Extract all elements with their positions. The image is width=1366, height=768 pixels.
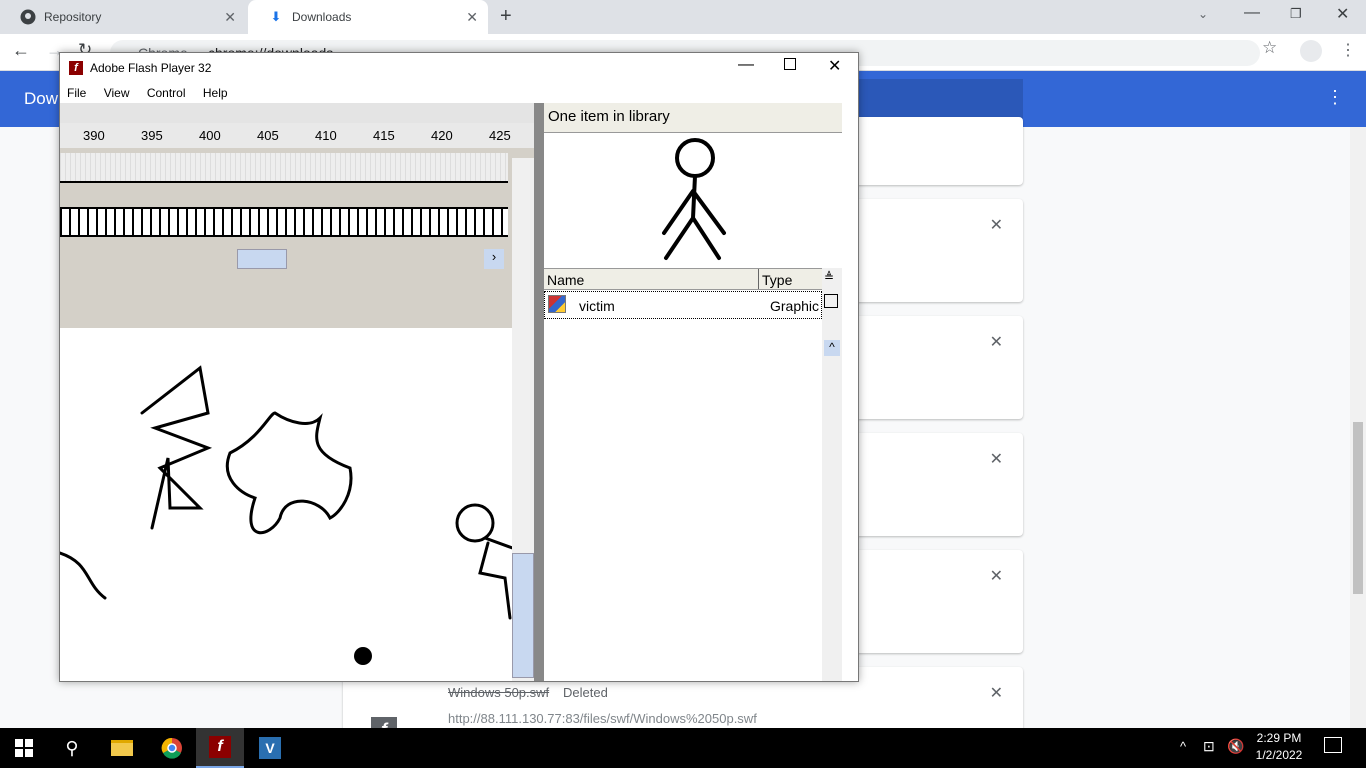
remove-icon[interactable]: ✕ — [990, 683, 1003, 703]
tray-chevron-icon[interactable]: ^ — [1180, 739, 1186, 754]
graphic-symbol-icon — [548, 295, 566, 313]
curve-sketch — [58, 551, 107, 600]
ruler-tick: 415 — [373, 128, 395, 143]
h-scroll-thumb[interactable] — [237, 249, 287, 269]
flash-taskbar-icon[interactable]: f — [196, 728, 244, 768]
scroll-up-icon[interactable]: ^ — [824, 340, 840, 356]
menu-control[interactable]: Control — [147, 86, 186, 100]
frame-ruler: 390 395 400 405 410 415 420 425 — [60, 123, 535, 148]
shuriken-sketch — [225, 411, 353, 535]
scroll-right-icon[interactable]: › — [484, 249, 504, 269]
stage-canvas[interactable] — [58, 328, 520, 681]
ruler-tick: 400 — [199, 128, 221, 143]
github-icon — [20, 9, 36, 25]
tab-search-icon[interactable]: ⌄ — [1198, 7, 1208, 21]
clock-date: 1/2/2022 — [1255, 748, 1303, 762]
download-url[interactable]: http://88.111.130.77:83/files/swf/Window… — [448, 711, 757, 726]
page-scrollbar[interactable] — [1350, 127, 1366, 728]
dot-shape — [354, 647, 372, 665]
window-title: Adobe Flash Player 32 — [90, 61, 212, 75]
star-icon[interactable]: ☆ — [1262, 38, 1277, 58]
app-taskbar-icon[interactable]: V — [246, 728, 294, 768]
search-icon[interactable]: ⚲ — [48, 728, 96, 768]
library-item-name: victim — [579, 298, 615, 314]
back-icon[interactable]: ← — [12, 40, 30, 61]
library-header: One item in library — [544, 103, 842, 133]
close-button[interactable]: ✕ — [828, 56, 841, 76]
new-symbol-icon[interactable]: ≜ — [824, 270, 834, 284]
flash-titlebar: f Adobe Flash Player 32 — ✕ — [60, 53, 858, 83]
remove-icon[interactable]: ✕ — [990, 215, 1003, 235]
profile-avatar[interactable] — [1300, 40, 1322, 62]
minimize-button[interactable]: — — [738, 56, 754, 74]
close-icon[interactable]: ✕ — [224, 9, 236, 26]
sword-sketch — [140, 365, 213, 530]
ruler-tick: 425 — [489, 128, 511, 143]
new-tab-button[interactable]: + — [500, 5, 512, 28]
start-button[interactable] — [0, 728, 48, 768]
ruler-tick: 390 — [83, 128, 105, 143]
library-preview — [544, 133, 842, 266]
close-window-button[interactable]: ✕ — [1336, 4, 1349, 24]
download-status: Deleted — [563, 685, 608, 700]
ruler-tick: 405 — [257, 128, 279, 143]
flash-menubar: File View Control Help — [60, 83, 858, 103]
stage-drawings — [58, 365, 520, 665]
remove-icon[interactable]: ✕ — [990, 332, 1003, 352]
notifications-icon[interactable] — [1324, 737, 1342, 753]
menu-icon[interactable]: ⋮ — [1340, 40, 1356, 60]
download-icon: ⬇ — [270, 9, 282, 24]
scrollbar-thumb[interactable] — [1353, 422, 1363, 594]
col-type-header[interactable]: Type — [762, 272, 792, 288]
col-name-header[interactable]: Name — [547, 272, 584, 288]
col-divider — [758, 269, 759, 289]
file-explorer-icon[interactable] — [98, 728, 146, 768]
keyframe-track[interactable] — [60, 153, 508, 183]
network-icon[interactable]: ⊡ — [1203, 738, 1215, 755]
more-icon[interactable]: ⋮ — [1326, 87, 1344, 108]
menu-file[interactable]: File — [67, 86, 86, 100]
maximize-button[interactable] — [784, 58, 796, 70]
download-filename[interactable]: Windows 50p.swf — [448, 685, 549, 700]
library-item-type: Graphic — [770, 298, 820, 314]
vscroll-thumb[interactable] — [512, 553, 534, 678]
library-count: One item in library — [548, 108, 670, 125]
flash-player-window: f Adobe Flash Player 32 — ✕ File View Co… — [58, 52, 859, 682]
ruler-tick: 395 — [141, 128, 163, 143]
tab-downloads[interactable]: ⬇ Downloads ✕ — [248, 0, 488, 34]
flash-logo-icon: f — [69, 61, 83, 75]
remove-icon[interactable]: ✕ — [990, 566, 1003, 586]
properties-icon[interactable] — [824, 294, 838, 308]
ruler-tick: 410 — [315, 128, 337, 143]
library-row[interactable]: victim Graphic — [544, 291, 822, 319]
menu-view[interactable]: View — [104, 86, 130, 100]
stickman-head — [455, 503, 495, 543]
chrome-icon[interactable] — [148, 728, 196, 768]
close-icon[interactable]: ✕ — [466, 9, 478, 26]
clock[interactable]: 2:29 PM 1/2/2022 — [1254, 731, 1304, 762]
panel-divider[interactable] — [534, 103, 544, 681]
menu-help[interactable]: Help — [203, 86, 228, 100]
library-panel: One item in library Name Type victim Gra… — [544, 103, 856, 681]
tab-label: Downloads — [292, 10, 352, 24]
library-scrollbar[interactable]: ≜ ^ — [822, 268, 842, 681]
remove-icon[interactable]: ✕ — [990, 449, 1003, 469]
downloads-search[interactable] — [858, 79, 1023, 119]
timeline-toolbar — [60, 103, 535, 123]
volume-muted-icon[interactable]: 🔇 — [1227, 738, 1244, 755]
stickman-preview — [662, 138, 726, 260]
clock-time: 2:29 PM — [1256, 731, 1302, 745]
stickman-body — [478, 536, 520, 620]
library-columns: Name Type — [544, 268, 826, 290]
tab-label: Repository — [44, 10, 102, 24]
frame-track[interactable] — [60, 207, 508, 237]
tab-strip: Repository ✕ ⬇ Downloads ✕ + ⌄ — ❐ ✕ — [0, 0, 1366, 34]
tab-repository[interactable]: Repository ✕ — [0, 0, 246, 34]
minimize-button[interactable]: — — [1244, 4, 1260, 22]
restore-button[interactable]: ❐ — [1290, 6, 1302, 22]
stage-vscroll[interactable] — [512, 158, 534, 681]
ruler-tick: 420 — [431, 128, 453, 143]
